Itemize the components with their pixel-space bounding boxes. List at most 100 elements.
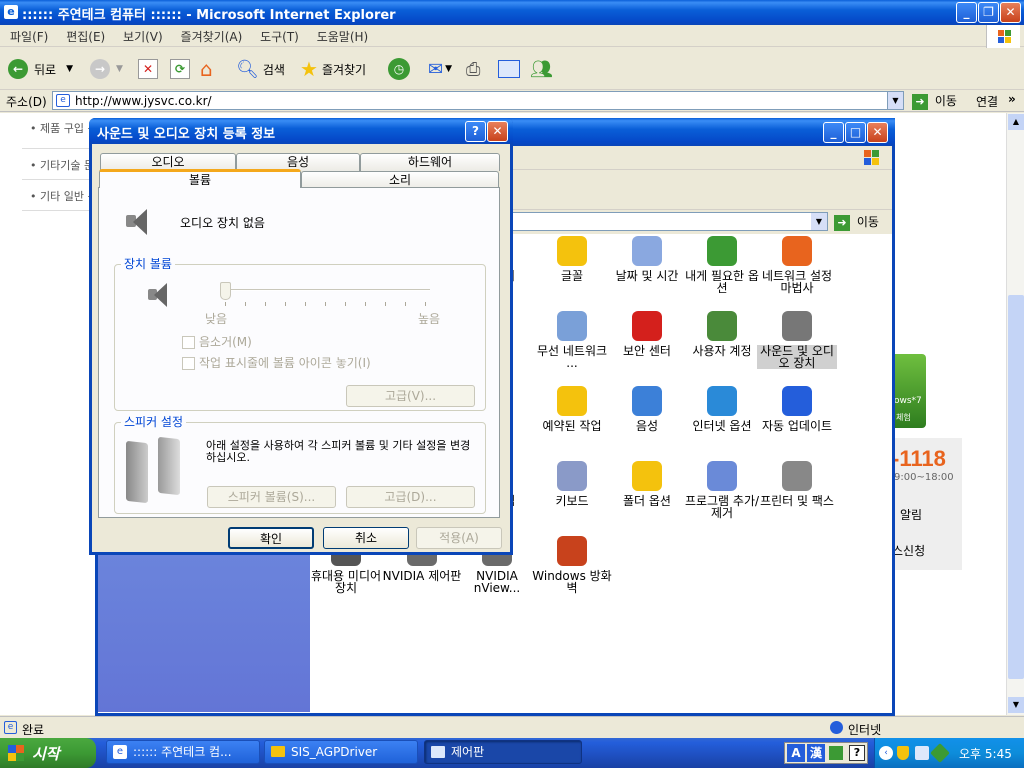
stop-button[interactable]: ✕: [138, 56, 158, 82]
windows-flag-icon: [782, 386, 812, 416]
cp-minimize-button[interactable]: _: [823, 122, 844, 143]
close-button[interactable]: ✕: [1000, 2, 1021, 23]
history-icon: ◷: [388, 58, 410, 80]
speaker-group-label: 스피커 설정: [121, 413, 187, 430]
menu-tools[interactable]: 도구(T): [260, 30, 299, 44]
menu-file[interactable]: 파일(F): [10, 30, 48, 44]
cp-item[interactable]: 인터넷 옵션: [682, 386, 762, 432]
scroll-down-button[interactable]: ▼: [1008, 697, 1024, 713]
cp-item-label: 사운드 및 오디오 장치: [757, 345, 837, 369]
refresh-button[interactable]: ⟳: [170, 56, 190, 82]
taskbar-item-folder[interactable]: SIS_AGPDriver: [264, 740, 418, 764]
tray-icon-checkbox[interactable]: 작업 표시줄에 볼륨 아이콘 놓기(I): [182, 354, 371, 371]
go-button[interactable]: ➜ 이동: [912, 92, 957, 110]
cp-item[interactable]: 프린터 및 팩스: [757, 461, 837, 507]
start-button[interactable]: 시작: [0, 738, 96, 768]
list-item[interactable]: • 제품 구입 문: [22, 118, 94, 149]
cp-item[interactable]: 사용자 계정: [682, 311, 762, 357]
address-input[interactable]: e http://www.jysvc.co.kr/ ▼: [52, 91, 904, 110]
dialog-title-bar[interactable]: 사운드 및 오디오 장치 등록 정보 ? ✕: [89, 118, 513, 144]
menu-view[interactable]: 보기(V): [123, 30, 163, 44]
list-item[interactable]: • 기타 일반 문: [22, 180, 94, 211]
slider-track: [220, 289, 430, 291]
ok-button[interactable]: 확인: [228, 527, 314, 549]
keyboard-icon: [557, 461, 587, 491]
speaker-advanced-button[interactable]: 고급(D)...: [346, 486, 475, 508]
ime-pad-icon[interactable]: [829, 746, 843, 760]
cp-item[interactable]: 네트워크 설정 마법사: [757, 236, 837, 294]
taskbar-item-ie[interactable]: e :::::: 주연테크 컴...: [106, 740, 260, 764]
links-label[interactable]: 연결: [976, 93, 998, 110]
cp-item-label: 내게 필요한 옵션: [685, 269, 759, 295]
page-left-list: • 제품 구입 문 • 기타기술 문 • 기타 일반 문: [22, 118, 94, 211]
cp-item[interactable]: 자동 업데이트: [757, 386, 837, 432]
chevron-right-icon[interactable]: »: [1008, 92, 1016, 106]
restore-button[interactable]: ❐: [978, 2, 999, 23]
back-button[interactable]: ← 뒤로 ▼: [8, 56, 73, 82]
cp-close-button[interactable]: ✕: [867, 122, 888, 143]
cp-item[interactable]: 프로그램 추가/제거: [682, 461, 762, 519]
menu-favorites[interactable]: 즐겨찾기(A): [181, 30, 243, 44]
tray-expand-icon[interactable]: ‹: [879, 746, 893, 760]
mail-button[interactable]: ✉ ▼: [428, 56, 452, 82]
menu-help[interactable]: 도움말(H): [317, 30, 369, 44]
ime-help-icon[interactable]: ?: [849, 745, 865, 761]
list-item[interactable]: • 기타기술 문: [22, 149, 94, 180]
cp-address-dropdown-icon[interactable]: ▼: [811, 213, 827, 230]
page-scrollbar[interactable]: ▲ ▼: [1006, 113, 1024, 715]
notice-link[interactable]: 알림: [900, 506, 922, 523]
cp-item[interactable]: 음성: [607, 386, 687, 432]
slider-thumb[interactable]: [220, 282, 231, 300]
back-dropdown-icon[interactable]: ▼: [66, 64, 73, 74]
ie-title-bar[interactable]: e :::::: 주연테크 컴퓨터 :::::: - Microsoft Int…: [0, 0, 1024, 25]
hanja-mode[interactable]: 漢: [807, 744, 825, 762]
edit-button[interactable]: [498, 56, 520, 82]
cp-item[interactable]: 사운드 및 오디오 장치: [757, 311, 837, 369]
windows7-banner[interactable]: ows*7 체험: [892, 354, 926, 428]
cancel-button[interactable]: 취소: [323, 527, 409, 549]
network-tray-icon[interactable]: [915, 746, 929, 760]
tab-hardware[interactable]: 하드웨어: [360, 153, 500, 171]
cp-item-label: NVIDIA 제어판: [382, 569, 462, 583]
cp-item[interactable]: 키보드: [532, 461, 612, 507]
service-link[interactable]: 스신청: [892, 542, 925, 559]
taskbar-item-control-panel[interactable]: 제어판: [424, 740, 582, 764]
cp-item[interactable]: 날짜 및 시간: [607, 236, 687, 282]
print-button[interactable]: ⎙: [466, 56, 480, 82]
cp-item[interactable]: 무선 네트워크 ...: [532, 311, 612, 369]
forward-button[interactable]: → ▼: [90, 56, 123, 82]
dialog-close-button[interactable]: ✕: [487, 121, 508, 142]
cp-item[interactable]: 내게 필요한 옵션: [682, 236, 762, 294]
scroll-up-button[interactable]: ▲: [1008, 114, 1024, 130]
cp-maximize-button[interactable]: □: [845, 122, 866, 143]
control-panel-task-icon: [431, 746, 445, 758]
minimize-button[interactable]: _: [956, 2, 977, 23]
help-button[interactable]: ?: [465, 121, 486, 142]
cp-item[interactable]: 글꼴: [532, 236, 612, 282]
volume-slider[interactable]: [220, 282, 430, 312]
pen-tray-icon[interactable]: [930, 743, 950, 763]
cp-go-button[interactable]: ➜ 이동: [834, 213, 879, 231]
home-button[interactable]: ⌂: [200, 56, 213, 82]
cp-item[interactable]: 폴더 옵션: [607, 461, 687, 507]
system-tray: ‹ 오후 5:45: [874, 738, 1024, 768]
history-button[interactable]: ◷: [388, 56, 410, 82]
speaker-volume-button[interactable]: 스피커 볼륨(S)...: [207, 486, 336, 508]
mute-checkbox[interactable]: 음소거(M): [182, 333, 252, 350]
address-label: 주소(D): [6, 95, 47, 109]
cp-item[interactable]: 보안 센터: [607, 311, 687, 357]
cp-item[interactable]: 예약된 작업: [532, 386, 612, 432]
apply-button[interactable]: 적용(A): [416, 527, 502, 549]
cp-item[interactable]: Windows 방화벽: [532, 536, 612, 594]
ime-mode[interactable]: A: [787, 744, 805, 762]
security-tray-icon[interactable]: [897, 746, 909, 760]
menu-edit[interactable]: 편집(E): [66, 30, 105, 44]
volume-advanced-button[interactable]: 고급(V)...: [346, 385, 475, 407]
messenger-button[interactable]: 👥︎: [530, 56, 553, 82]
tab-volume[interactable]: 볼륨: [99, 169, 301, 188]
search-button[interactable]: 🔍︎ 검색: [236, 56, 285, 82]
scroll-thumb[interactable]: [1008, 295, 1024, 679]
ime-bar[interactable]: A 漢 ?: [784, 742, 868, 764]
address-dropdown-icon[interactable]: ▼: [887, 92, 903, 109]
favorites-button[interactable]: ★ 즐겨찾기: [300, 56, 366, 82]
